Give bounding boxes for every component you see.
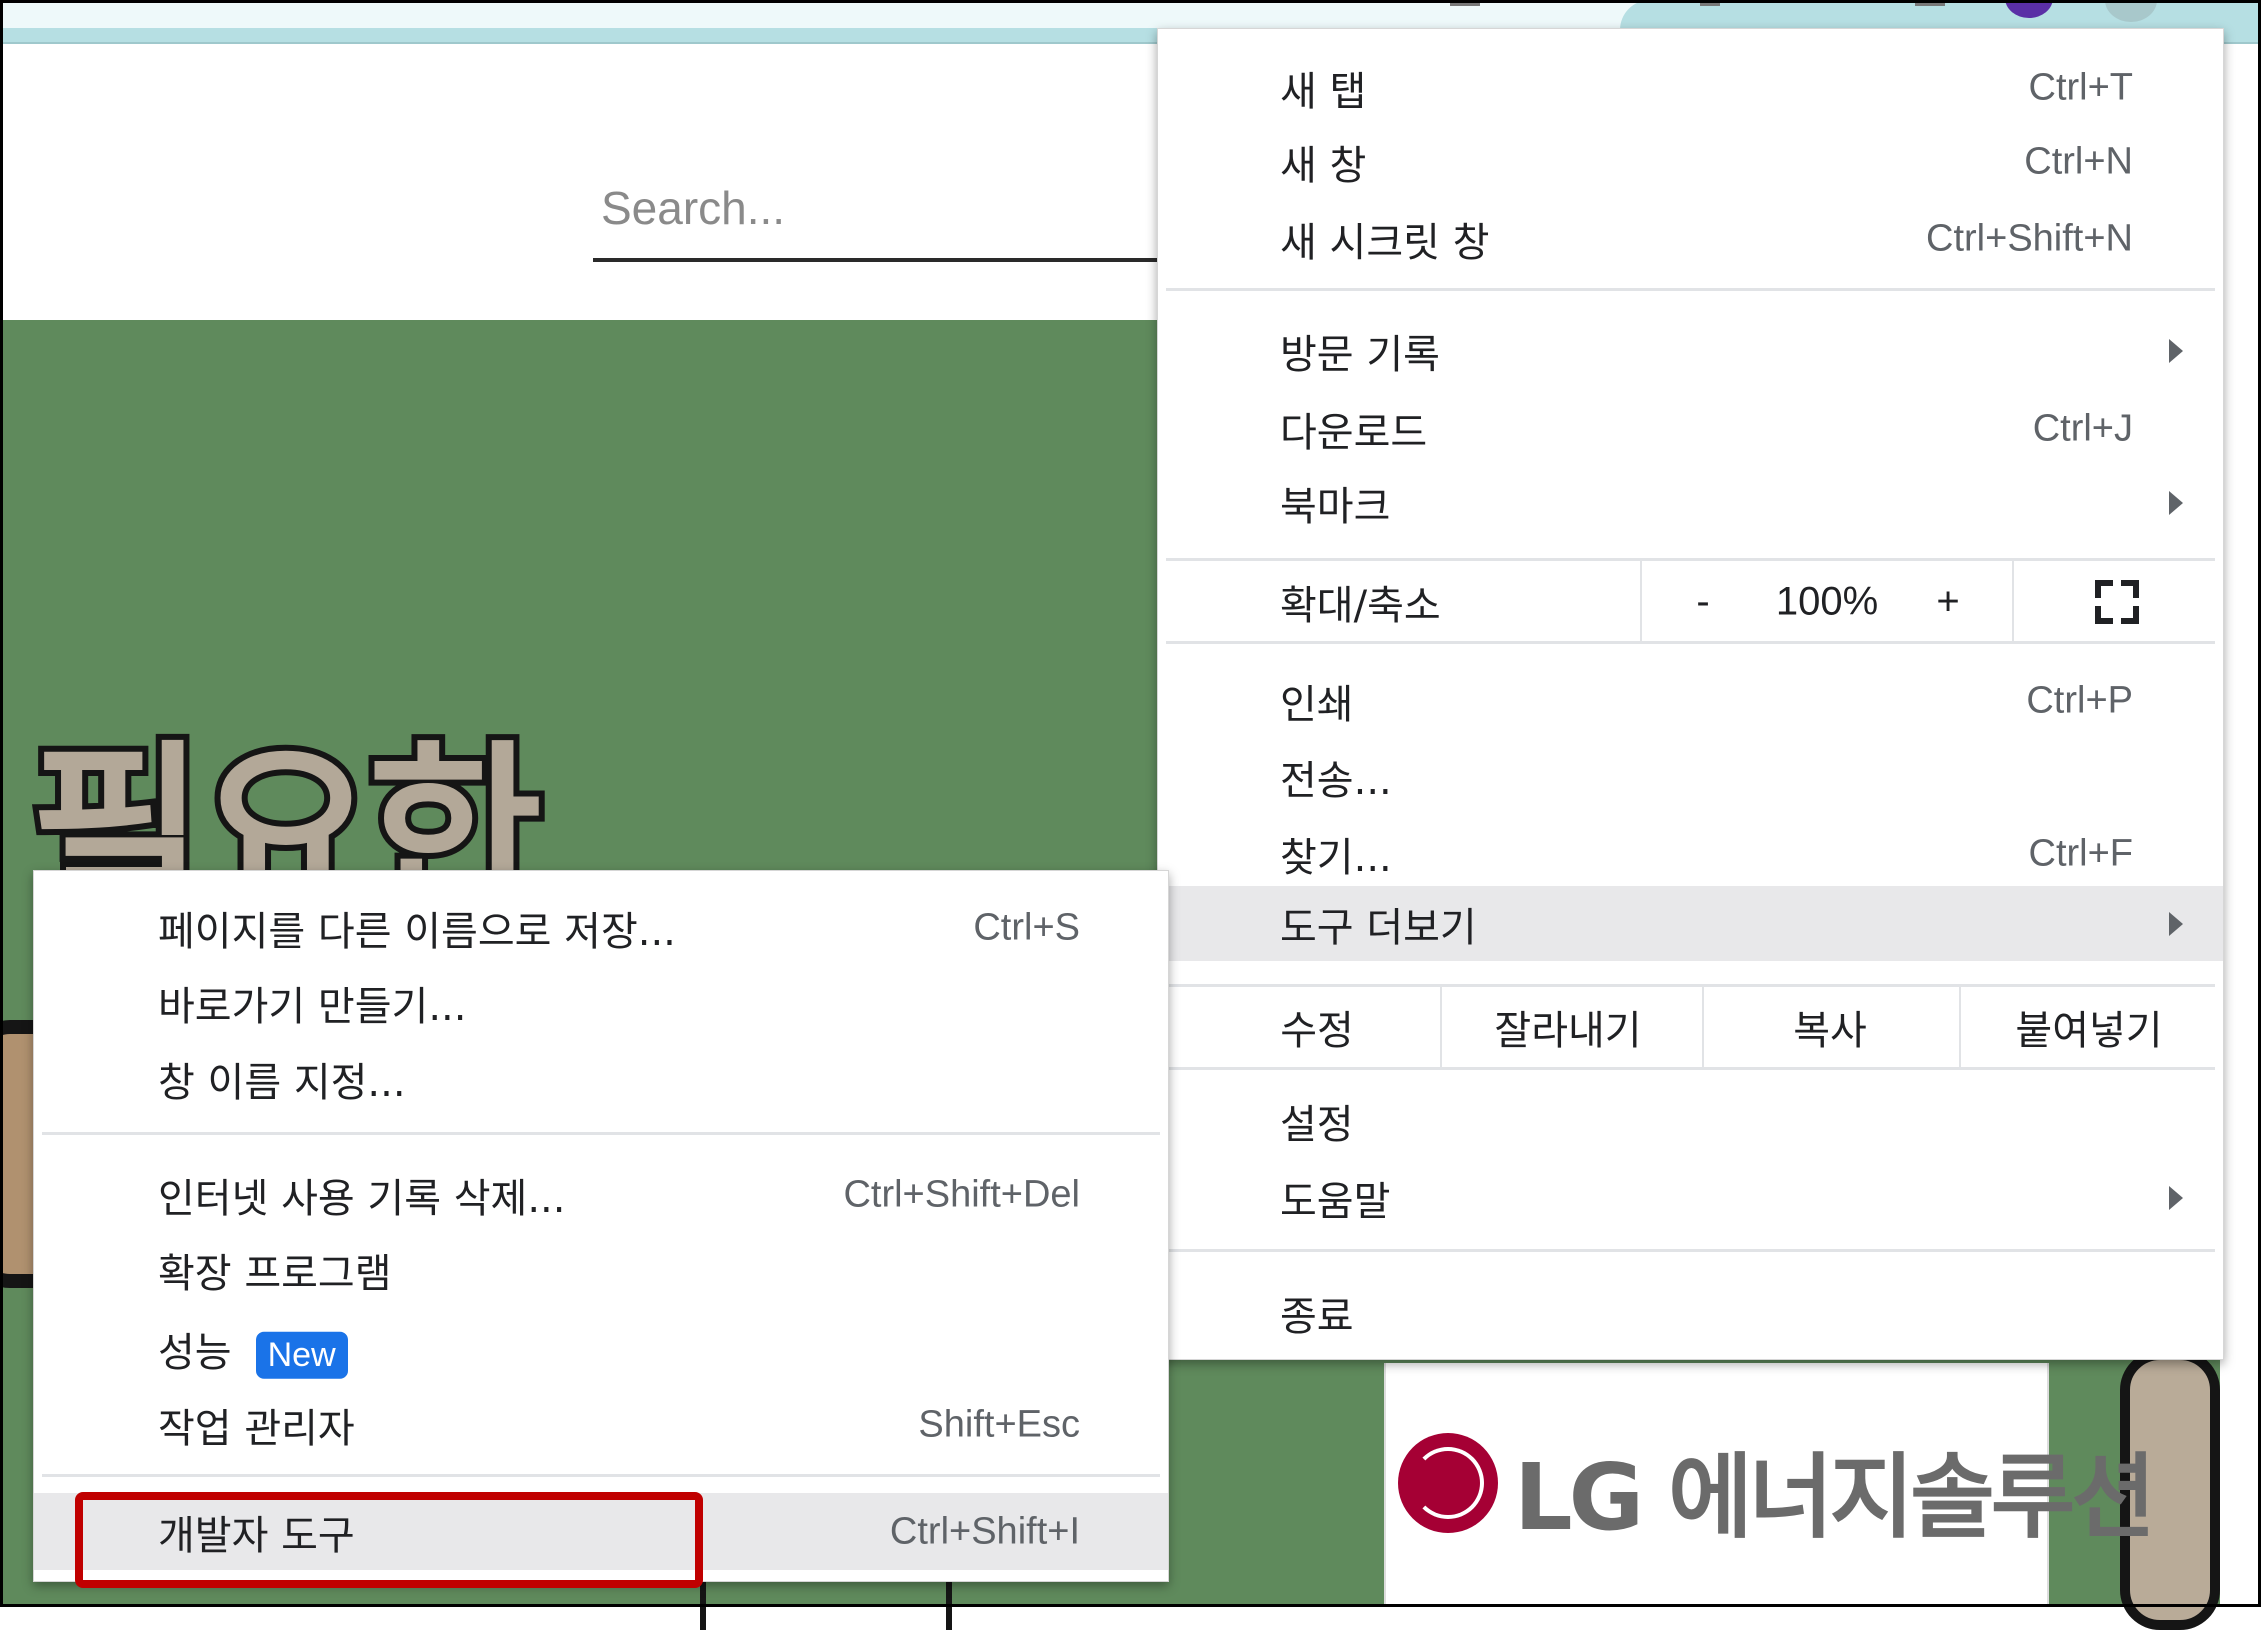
zoom-level: 100%: [1775, 579, 1879, 624]
menu-item-shortcut: Ctrl+Shift+Del: [843, 1173, 1080, 1216]
toolbar-icon[interactable]: [1915, 2, 1945, 6]
submenu-arrow-icon: [2169, 911, 2183, 936]
menu-item-label: 작업 관리자: [158, 1406, 355, 1452]
menu-item-label: 인터넷 사용 기록 삭제...: [158, 1176, 566, 1222]
toolbar-icon[interactable]: [1450, 2, 1480, 6]
chrome-main-menu: 새 탭 Ctrl+T 새 창 Ctrl+N 새 시크릿 창 Ctrl+Shift…: [1157, 28, 2224, 1360]
menu-item-label-wrap: 성능 New: [158, 1320, 348, 1379]
zoom-in-button[interactable]: +: [1936, 580, 1959, 625]
menu-item-shortcut: Ctrl+J: [2032, 407, 2133, 450]
edit-divider: [1440, 987, 1442, 1067]
menu-item-new-incognito-window[interactable]: 새 시크릿 창 Ctrl+Shift+N: [1158, 202, 2223, 276]
menu-item-label: 창 이름 지정...: [158, 1060, 406, 1106]
submenu-item-create-shortcut[interactable]: 바로가기 만들기...: [34, 966, 1168, 1040]
submenu-item-performance[interactable]: 성능 New: [34, 1312, 1168, 1386]
menu-item-cast[interactable]: 전송...: [1158, 740, 2223, 814]
menu-item-label: 성능: [158, 1329, 232, 1376]
sponsor-logo-text: LG 에너지솔루션: [1514, 1444, 2156, 1551]
edit-divider: [1702, 987, 1704, 1067]
menu-item-more-tools[interactable]: 도구 더보기: [1158, 886, 2223, 961]
search-box[interactable]: [593, 164, 1163, 262]
menu-item-settings[interactable]: 설정: [1158, 1084, 2223, 1158]
menu-item-label: 전송...: [1280, 758, 1392, 804]
fullscreen-icon[interactable]: [2095, 580, 2139, 624]
submenu-item-clear-browsing-data[interactable]: 인터넷 사용 기록 삭제... Ctrl+Shift+Del: [34, 1158, 1168, 1232]
edit-divider: [1959, 987, 1961, 1067]
menu-item-label: 새 창: [1280, 143, 1367, 189]
menu-item-exit[interactable]: 종료: [1158, 1276, 2223, 1350]
submenu-item-name-window[interactable]: 창 이름 지정...: [34, 1042, 1168, 1116]
zoom-divider: [2012, 561, 2014, 643]
submenu-arrow-icon: [2169, 491, 2183, 515]
page-scrollbar-area: [2220, 320, 2261, 1607]
menu-item-label: 새 시크릿 창: [1280, 220, 1490, 266]
menu-separator: [1166, 1249, 2215, 1252]
menu-item-label: 찾기...: [1280, 835, 1392, 881]
menu-item-label: 페이지를 다른 이름으로 저장...: [158, 909, 676, 955]
menu-item-label: 확장 프로그램: [158, 1251, 392, 1297]
menu-item-label: 다운로드: [1280, 410, 1428, 456]
menu-item-shortcut: Ctrl+F: [2028, 832, 2134, 875]
menu-item-bookmarks[interactable]: 북마크: [1158, 466, 2223, 540]
submenu-arrow-icon: [2169, 339, 2183, 363]
menu-item-shortcut: Ctrl+N: [2024, 140, 2133, 183]
menu-item-shortcut: Ctrl+Shift+N: [1926, 217, 2133, 260]
menu-item-shortcut: Shift+Esc: [918, 1403, 1080, 1446]
menu-separator: [1166, 288, 2215, 291]
menu-item-label: 도움말: [1280, 1179, 1391, 1225]
edit-label: 수정: [1280, 1008, 1354, 1054]
menu-item-history[interactable]: 방문 기록: [1158, 314, 2223, 388]
menu-item-find[interactable]: 찾기... Ctrl+F: [1158, 817, 2223, 891]
lg-logo-icon: [1398, 1433, 1498, 1533]
menu-item-shortcut: Ctrl+Shift+I: [889, 1510, 1080, 1552]
copy-button[interactable]: 복사: [1793, 998, 1867, 1056]
paste-button[interactable]: 붙여넣기: [2015, 998, 2162, 1056]
menu-separator: [1166, 641, 2215, 644]
submenu-item-extensions[interactable]: 확장 프로그램: [34, 1233, 1168, 1307]
menu-item-label: 종료: [1280, 1294, 1354, 1340]
zoom-divider: [1640, 561, 1642, 643]
menu-item-downloads[interactable]: 다운로드 Ctrl+J: [1158, 392, 2223, 466]
menu-separator: [1166, 1067, 2215, 1070]
menu-item-print[interactable]: 인쇄 Ctrl+P: [1158, 664, 2223, 738]
zoom-out-button[interactable]: -: [1696, 580, 1709, 625]
toolbar-icon[interactable]: [1700, 2, 1720, 6]
menu-item-new-window[interactable]: 새 창 Ctrl+N: [1158, 125, 2223, 199]
new-badge: New: [255, 1331, 348, 1379]
menu-item-help[interactable]: 도움말: [1158, 1161, 2223, 1235]
menu-separator: [42, 1132, 1160, 1135]
submenu-item-task-manager[interactable]: 작업 관리자 Shift+Esc: [34, 1388, 1168, 1462]
cut-button[interactable]: 잘라내기: [1494, 998, 1641, 1056]
menu-item-label: 방문 기록: [1280, 332, 1440, 378]
sponsor-logo-card[interactable]: LG 에너지솔루션: [1384, 1363, 2156, 1607]
submenu-item-save-page-as[interactable]: 페이지를 다른 이름으로 저장... Ctrl+S: [34, 891, 1168, 965]
menu-item-label: 설정: [1280, 1102, 1354, 1148]
more-tools-submenu: 페이지를 다른 이름으로 저장... Ctrl+S 바로가기 만들기... 창 …: [33, 870, 1169, 1582]
browser-tabstrip: [0, 0, 2261, 44]
annotation-highlight-box: [75, 1492, 703, 1588]
menu-item-label: 도구 더보기: [1280, 904, 1477, 951]
menu-edit-row: 수정 잘라내기 복사 붙여넣기: [1158, 987, 2223, 1067]
zoom-label: 확대/축소: [1280, 583, 1441, 629]
menu-item-shortcut: Ctrl+P: [2026, 679, 2133, 722]
menu-item-label: 인쇄: [1280, 682, 1354, 728]
submenu-arrow-icon: [2169, 1186, 2183, 1210]
search-input[interactable]: [599, 172, 1143, 244]
menu-zoom-row: 확대/축소 - 100% +: [1158, 561, 2223, 643]
menu-item-label: 바로가기 만들기...: [158, 984, 467, 1030]
menu-item-label: 새 탭: [1280, 69, 1367, 115]
menu-separator: [42, 1474, 1160, 1477]
menu-item-shortcut: Ctrl+T: [2028, 66, 2134, 109]
menu-item-shortcut: Ctrl+S: [973, 906, 1080, 949]
menu-item-label: 북마크: [1280, 484, 1391, 530]
menu-item-new-tab[interactable]: 새 탭 Ctrl+T: [1158, 51, 2223, 125]
